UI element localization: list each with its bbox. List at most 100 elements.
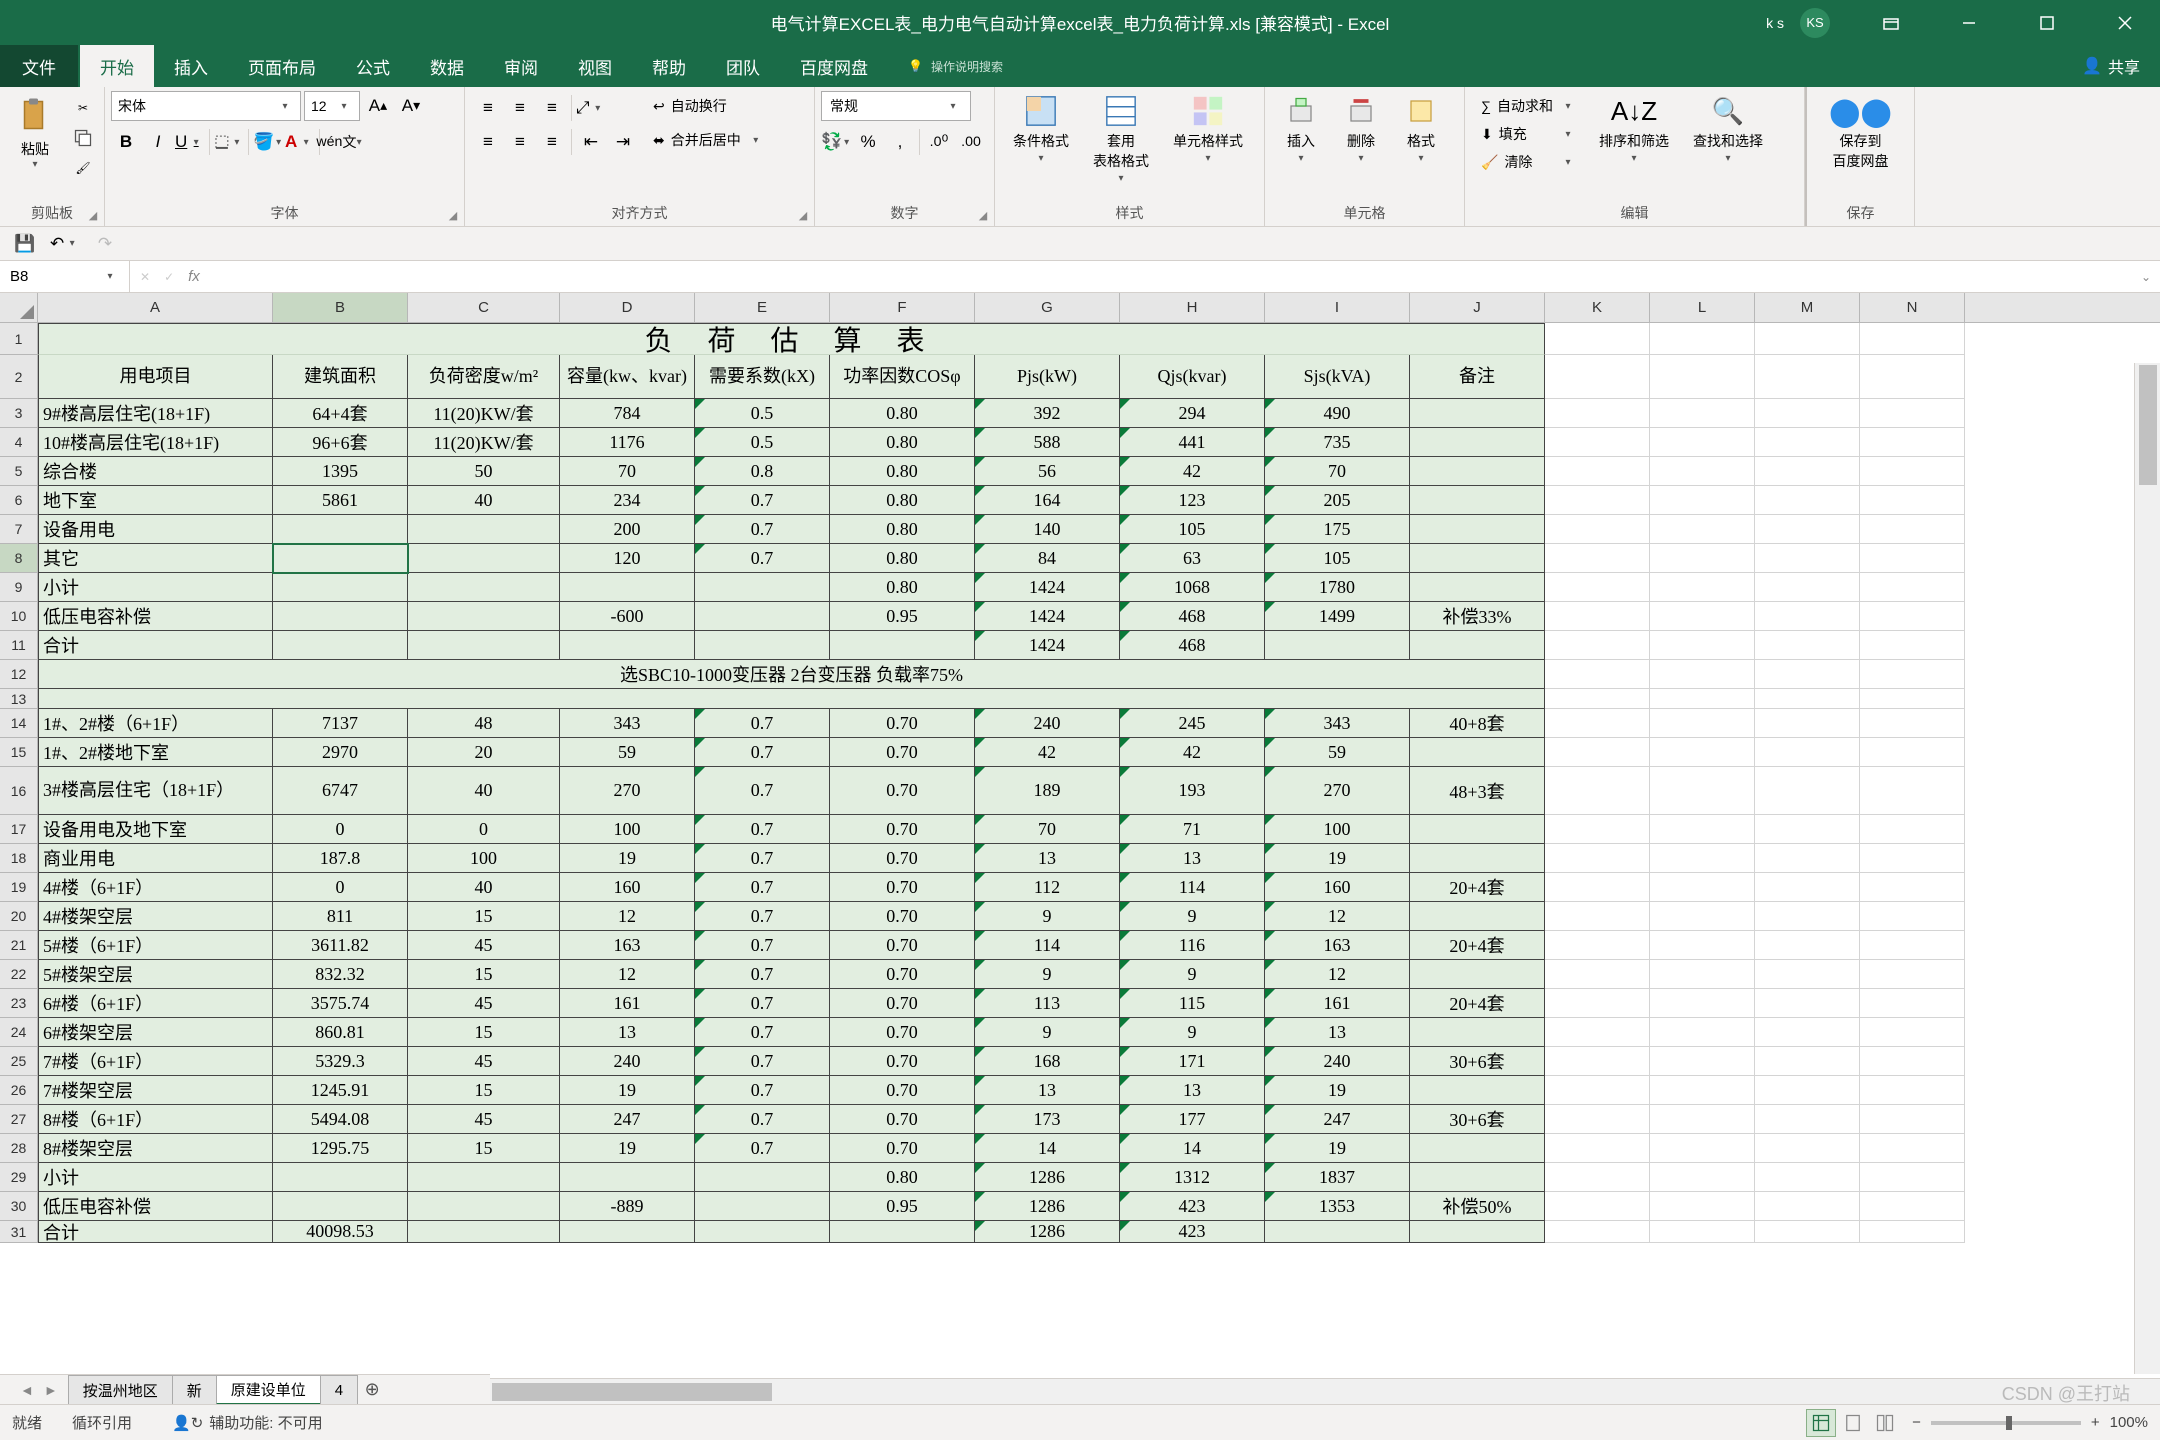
row-header[interactable]: 9 <box>0 573 38 602</box>
page-layout-view-button[interactable] <box>1838 1409 1868 1437</box>
cell[interactable] <box>1650 602 1755 631</box>
cell[interactable] <box>1650 355 1755 399</box>
cell[interactable]: 42 <box>975 738 1120 767</box>
cell[interactable]: 193 <box>1120 767 1265 815</box>
cell[interactable]: 5494.08 <box>273 1105 408 1134</box>
column-header[interactable]: A <box>38 293 273 322</box>
cell[interactable] <box>1755 323 1860 355</box>
column-header[interactable]: E <box>695 293 830 322</box>
cell[interactable]: 0.80 <box>830 428 975 457</box>
cell[interactable]: 5#楼架空层 <box>38 960 273 989</box>
cell[interactable] <box>1410 844 1545 873</box>
cell[interactable] <box>1650 457 1755 486</box>
cancel-formula-icon[interactable]: ✕ <box>140 270 150 284</box>
cell[interactable]: 0.7 <box>695 902 830 931</box>
cell[interactable] <box>1860 660 1965 689</box>
cell[interactable]: 0.7 <box>695 873 830 902</box>
row-header[interactable]: 2 <box>0 355 38 399</box>
cell[interactable]: 15 <box>408 1018 560 1047</box>
row-header[interactable]: 17 <box>0 815 38 844</box>
cell[interactable]: 0.80 <box>830 486 975 515</box>
cell[interactable] <box>273 573 408 602</box>
accessibility-status[interactable]: 👤↻辅助功能: 不可用 <box>172 1412 323 1433</box>
row-header[interactable]: 14 <box>0 709 38 738</box>
row-header[interactable]: 31 <box>0 1221 38 1243</box>
cell[interactable]: 860.81 <box>273 1018 408 1047</box>
cell[interactable]: 161 <box>1265 989 1410 1018</box>
cell[interactable] <box>408 631 560 660</box>
cell[interactable] <box>1545 738 1650 767</box>
cell[interactable]: 441 <box>1120 428 1265 457</box>
column-header[interactable]: J <box>1410 293 1545 322</box>
align-right-button[interactable]: ≡ <box>537 127 567 157</box>
cell[interactable] <box>1755 1134 1860 1163</box>
cell[interactable] <box>273 602 408 631</box>
cell[interactable] <box>1860 931 1965 960</box>
cell[interactable]: -889 <box>560 1192 695 1221</box>
cell[interactable] <box>1545 660 1650 689</box>
cell[interactable] <box>1755 573 1860 602</box>
cell[interactable]: 商业用电 <box>38 844 273 873</box>
cell[interactable] <box>1650 738 1755 767</box>
cell[interactable]: 423 <box>1120 1192 1265 1221</box>
cell[interactable] <box>1860 1192 1965 1221</box>
cell[interactable] <box>1545 873 1650 902</box>
cell[interactable]: 1353 <box>1265 1192 1410 1221</box>
row-header[interactable]: 30 <box>0 1192 38 1221</box>
sheet-nav-prev[interactable]: ◄ <box>20 1382 34 1398</box>
cell[interactable]: 小计 <box>38 573 273 602</box>
cell[interactable] <box>1265 631 1410 660</box>
cell[interactable]: 0.7 <box>695 960 830 989</box>
cell[interactable]: 19 <box>560 844 695 873</box>
cell[interactable]: 9 <box>1120 1018 1265 1047</box>
cell[interactable]: 0.70 <box>830 989 975 1018</box>
cell[interactable]: 5#楼（6+1F） <box>38 931 273 960</box>
cell[interactable]: 7137 <box>273 709 408 738</box>
cell[interactable] <box>1410 1221 1545 1243</box>
underline-button[interactable]: U▾ <box>175 127 205 157</box>
row-header[interactable]: 13 <box>0 689 38 709</box>
cell[interactable]: 7#楼架空层 <box>38 1076 273 1105</box>
horizontal-scrollbar[interactable] <box>490 1378 2160 1404</box>
cell[interactable]: 70 <box>560 457 695 486</box>
cell[interactable] <box>1410 515 1545 544</box>
cell[interactable]: 0 <box>273 873 408 902</box>
cell[interactable] <box>1755 689 1860 709</box>
cell[interactable]: 补偿33% <box>1410 602 1545 631</box>
column-header[interactable]: K <box>1545 293 1650 322</box>
cell[interactable]: 1312 <box>1120 1163 1265 1192</box>
cell[interactable]: 42 <box>1120 738 1265 767</box>
maximize-button[interactable] <box>2012 0 2082 45</box>
row-header[interactable]: 5 <box>0 457 38 486</box>
cell[interactable] <box>1650 1134 1755 1163</box>
cell[interactable] <box>1650 660 1755 689</box>
cell[interactable] <box>695 1221 830 1243</box>
cell[interactable]: 588 <box>975 428 1120 457</box>
zoom-control[interactable]: − + 100% <box>1912 1414 2148 1431</box>
cell[interactable]: 163 <box>1265 931 1410 960</box>
cell[interactable] <box>1860 573 1965 602</box>
cell[interactable]: 70 <box>1265 457 1410 486</box>
cell[interactable] <box>695 1192 830 1221</box>
cell[interactable]: 20+4套 <box>1410 931 1545 960</box>
row-header[interactable]: 28 <box>0 1134 38 1163</box>
orientation-button[interactable]: ⤢▾ <box>576 93 606 123</box>
cell[interactable] <box>273 544 408 573</box>
cell[interactable]: 1424 <box>975 631 1120 660</box>
row-header[interactable]: 23 <box>0 989 38 1018</box>
cell[interactable]: 0.7 <box>695 931 830 960</box>
comma-format-button[interactable]: , <box>885 127 915 157</box>
cell[interactable]: 综合楼 <box>38 457 273 486</box>
cell[interactable] <box>695 602 830 631</box>
cell[interactable]: 14 <box>975 1134 1120 1163</box>
cell[interactable]: 0.7 <box>695 1047 830 1076</box>
cell[interactable]: 5861 <box>273 486 408 515</box>
cell[interactable]: 12 <box>560 960 695 989</box>
cell[interactable] <box>1860 815 1965 844</box>
cell[interactable]: 120 <box>560 544 695 573</box>
percent-format-button[interactable]: % <box>853 127 883 157</box>
normal-view-button[interactable] <box>1806 1409 1836 1437</box>
cell[interactable]: 20+4套 <box>1410 873 1545 902</box>
cell[interactable]: 0.80 <box>830 1163 975 1192</box>
name-box[interactable]: B8▾ <box>0 261 130 292</box>
